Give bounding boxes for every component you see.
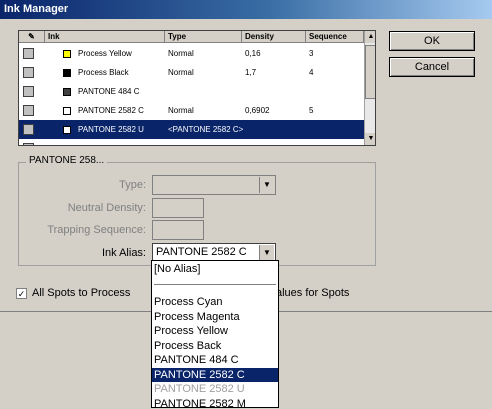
color-swatch-icon [63,145,71,146]
neutral-density-field [152,198,204,218]
ink-type-cell [165,82,168,101]
ink-sequence-cell: 6 [306,139,313,145]
ink-name-cell: Process Yellow [78,49,132,58]
ink-type-cell: <PANTONE 2582 C> [168,125,244,134]
scroll-thumb[interactable] [365,45,375,99]
ink-alias-label: Ink Alias: [101,247,146,259]
ink-sequence-cell: 5 [309,106,314,115]
alias-menu-item[interactable]: Process Magenta [152,310,278,324]
visibility-header-icon: ✎ [19,31,45,43]
process-ink-icon[interactable] [23,48,34,59]
color-swatch-icon [63,107,71,115]
ink-sequence-cell [306,82,309,101]
ink-sequence-cell [306,120,309,139]
ink-type-cell: Normal [168,49,194,58]
column-header-density[interactable]: Density [242,31,306,43]
color-swatch-icon [63,126,71,134]
scroll-down-icon[interactable]: ▼ [365,133,375,145]
chevron-down-icon[interactable]: ▼ [259,245,274,261]
ink-alias-value: PANTONE 2582 C [156,246,247,258]
cancel-button[interactable]: Cancel [389,57,475,77]
table-row[interactable]: PANTONE 2582 M Normal 0,6902 6 [19,139,364,146]
all-spots-checkbox[interactable]: ✓ [16,288,27,299]
ok-button[interactable]: OK [389,31,475,51]
ink-density-cell [242,120,245,139]
scroll-up-icon[interactable]: ▲ [365,31,375,43]
chevron-down-icon: ▼ [259,177,274,193]
spot-ink-icon[interactable] [23,143,34,145]
column-header-ink[interactable]: Ink [45,31,165,43]
standard-lab-values-label[interactable]: alues for Spots [276,287,349,299]
ink-list[interactable]: ✎ Ink Type Density Sequence Process Yell… [18,30,376,146]
ink-name-cell: PANTONE 2582 M [75,139,145,145]
ink-name-cell: PANTONE 2582 U [78,125,144,134]
trapping-sequence-label: Trapping Sequence: [47,224,146,236]
column-header-sequence[interactable]: Sequence [306,31,364,43]
ink-details-title: PANTONE 258... [26,155,108,166]
alias-ink-icon[interactable] [23,124,34,135]
alias-menu-item[interactable]: [No Alias] [152,262,278,276]
table-row[interactable]: PANTONE 2582 U <PANTONE 2582 C> [19,120,364,139]
ink-sequence-cell: 4 [309,68,314,77]
spot-ink-icon[interactable] [23,105,34,116]
alias-menu-item[interactable]: PANTONE 484 C [152,353,278,367]
ink-density-cell: 0,6902 [245,106,270,115]
table-row[interactable]: PANTONE 2582 C Normal 0,6902 5 [19,101,364,120]
all-spots-label[interactable]: All Spots to Process [32,287,130,299]
alias-menu-item[interactable]: Process Back [152,339,278,353]
column-header-type[interactable]: Type [165,31,242,43]
popup-separator [154,284,276,285]
alias-menu-item[interactable]: PANTONE 2582 U [152,382,278,396]
process-ink-icon[interactable] [23,86,34,97]
alias-menu-item[interactable]: PANTONE 2582 C [152,367,278,382]
window-title: Ink Manager [4,3,69,15]
ink-density-cell: 1,7 [245,68,257,77]
ink-name-cell: PANTONE 2582 C [78,106,144,115]
trapping-sequence-field [152,220,204,240]
type-label: Type: [119,179,146,191]
alias-menu-item[interactable]: Process Cyan [152,295,278,309]
ink-alias-popup[interactable]: [No Alias] Process Cyan Process Magenta Pro… [151,260,279,408]
color-swatch-icon [63,50,71,58]
ink-name-cell: Process Black [78,68,129,77]
ink-name-cell: PANTONE 484 C [78,87,140,96]
ink-type-cell: Normal [165,139,194,145]
table-row[interactable]: Process Yellow Normal 0,16 3 [19,44,364,63]
color-swatch-icon [63,69,71,77]
process-ink-icon[interactable] [23,67,34,78]
ink-type-cell: Normal [168,68,194,77]
ink-density-cell: 0,16 [245,49,261,58]
type-dropdown: ▼ [152,175,276,195]
title-bar: Ink Manager [0,0,492,19]
ink-type-cell: Normal [168,106,194,115]
ink-sequence-cell: 3 [309,49,314,58]
neutral-density-label: Neutral Density: [67,202,146,214]
table-row[interactable]: Process Black Normal 1,7 4 [19,63,364,82]
table-row[interactable]: PANTONE 484 C [19,82,364,101]
color-swatch-icon [63,88,71,96]
alias-menu-item[interactable]: PANTONE 2582 M [152,397,278,408]
ink-list-scrollbar[interactable]: ▲ ▼ [364,31,375,145]
alias-menu-item[interactable]: Process Yellow [152,324,278,338]
checkmark-icon: ✓ [17,289,26,299]
ink-density-cell: 0,6902 [242,139,269,145]
ink-density-cell [242,82,245,101]
ink-list-header: ✎ Ink Type Density Sequence [19,31,364,43]
